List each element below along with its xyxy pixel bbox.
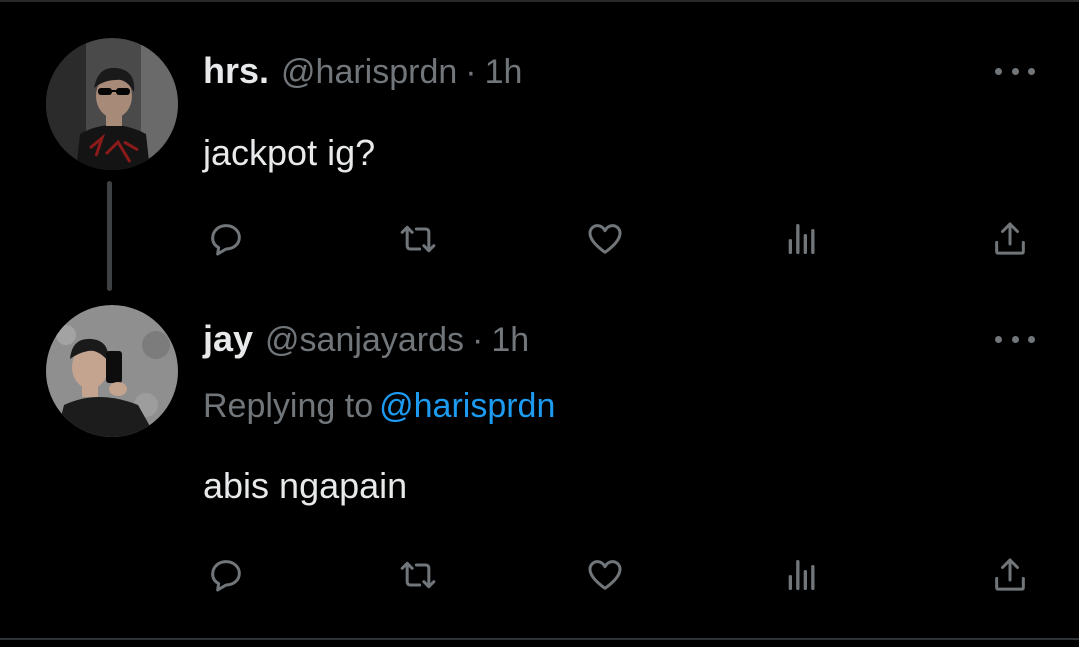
share-icon[interactable] [985, 214, 1035, 264]
avatar-photo-sunglasses [46, 38, 178, 170]
separator-dot: · [471, 321, 484, 359]
views-icon[interactable] [777, 550, 827, 600]
replying-to-line: Replying to @harisprdn [203, 387, 555, 426]
timestamp[interactable]: 1h [491, 321, 529, 360]
tweet-header: hrs. @harisprdn · 1h [203, 50, 522, 92]
separator-dot: · [465, 53, 477, 91]
user-handle[interactable]: @sanjayards [265, 321, 464, 360]
replying-prefix: Replying to [203, 387, 374, 425]
tweet-header: jay @sanjayards · 1h [203, 318, 529, 360]
tweet-actions [0, 214, 1079, 264]
like-icon[interactable] [580, 214, 630, 264]
more-options-icon[interactable] [995, 65, 1035, 77]
display-name[interactable]: hrs. [203, 50, 269, 92]
bottom-divider [0, 638, 1079, 640]
avatar-photo-mirror-selfie [46, 305, 178, 437]
reply-icon[interactable] [201, 214, 251, 264]
avatar[interactable] [46, 38, 178, 170]
tweet-text: jackpot ig? [203, 132, 376, 173]
tweet-actions [0, 550, 1079, 600]
mention-link[interactable]: @harisprdn [379, 387, 555, 425]
retweet-icon[interactable] [393, 550, 443, 600]
user-handle[interactable]: @harisprdn [281, 53, 457, 92]
retweet-icon[interactable] [393, 214, 443, 264]
reply-icon[interactable] [201, 550, 251, 600]
top-border [0, 0, 1079, 2]
more-options-icon[interactable] [995, 333, 1035, 345]
display-name[interactable]: jay [203, 318, 253, 360]
timestamp[interactable]: 1h [485, 53, 523, 92]
like-icon[interactable] [580, 550, 630, 600]
tweet-text: abis ngapain [203, 465, 408, 506]
share-icon[interactable] [985, 550, 1035, 600]
views-icon[interactable] [777, 214, 827, 264]
avatar[interactable] [46, 305, 178, 437]
